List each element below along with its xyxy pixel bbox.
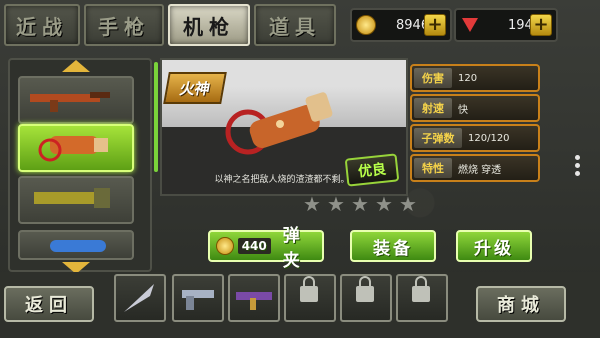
pistol-icon [182,290,214,310]
stat-value: 快 [458,104,468,116]
quick-slot-locked-1[interactable] [284,274,336,322]
gold-counter: 8946 + [350,8,452,42]
stat-label: 特性 [414,158,452,178]
back-button[interactable]: 返回 [4,286,94,322]
blaster-icon [50,240,106,252]
stat-fire-rate: 射速 快 [410,94,540,122]
stat-value: 120/120 [468,132,510,144]
vulcan-gun-icon [38,136,108,162]
quick-slot-blade[interactable] [114,274,166,322]
buy-ammo-button[interactable]: 440 弹夹 [208,226,324,271]
coin-icon [216,237,234,255]
tab-pistol[interactable]: 手枪 [84,4,164,46]
stat-traits: 特性 燃烧 穿透 [410,154,540,182]
stat-label: 射速 [414,98,452,118]
gem-icon [462,18,478,32]
stat-damage: 伤害 120 [410,64,540,92]
star-4-icon: ★ [375,192,393,216]
stat-label: 子弹数 [414,128,462,148]
smg-icon [236,292,272,310]
lock-icon [412,276,430,302]
quick-slot-locked-2[interactable] [340,274,392,322]
tab-items[interactable]: 道具 [254,4,336,46]
weapon-slot-minigun[interactable] [18,176,134,224]
gold-coin-icon [356,15,376,35]
stat-value: 120 [458,72,478,84]
lock-icon [356,276,374,302]
quick-slot-locked-3[interactable] [396,274,448,322]
star-2-icon: ★ [327,192,345,216]
weapon-description: 以神之名把敌人烧的渣渣都不剩。 [214,175,350,185]
star-1-icon: ★ [303,192,321,216]
weapon-slot-blaster[interactable] [18,230,134,260]
ammo-price: 440 [237,238,271,254]
star-5-icon: ★ [399,192,417,216]
rifle-icon [30,92,110,112]
stat-label: 伤害 [414,68,452,88]
equip-button[interactable]: 装备 [350,230,436,262]
minigun-icon [34,188,110,208]
scroll-up-arrow-icon[interactable] [62,60,90,72]
upgrade-button[interactable]: 升级 [456,230,532,262]
stat-value: 燃烧 穿透 [458,164,502,176]
stat-ammo: 子弹数 120/120 [410,124,540,152]
blade-icon [124,284,154,312]
lock-icon [300,276,318,302]
quick-slot-smg[interactable] [228,274,280,322]
weapon-slot-vulcan[interactable] [18,124,134,172]
vulcan-weapon-image [225,92,333,155]
star-3-icon: ★ [351,192,369,216]
list-scrollbar[interactable] [154,62,158,172]
weapon-slot-rifle[interactable] [18,76,134,124]
overflow-menu-icon[interactable] [575,152,583,179]
weapon-name-tag: 火神 [163,72,227,104]
add-gems-button[interactable]: + [530,14,552,36]
add-gold-button[interactable]: + [424,14,446,36]
tab-machine-gun[interactable]: 机枪 [168,4,250,46]
quick-slot-pistol[interactable] [172,274,224,322]
shop-button[interactable]: 商城 [476,286,566,322]
weapon-name: 火神 [178,79,212,98]
ammo-label: 弹夹 [282,226,303,271]
gem-counter: 194 + [454,8,558,42]
tab-melee[interactable]: 近战 [4,4,80,46]
